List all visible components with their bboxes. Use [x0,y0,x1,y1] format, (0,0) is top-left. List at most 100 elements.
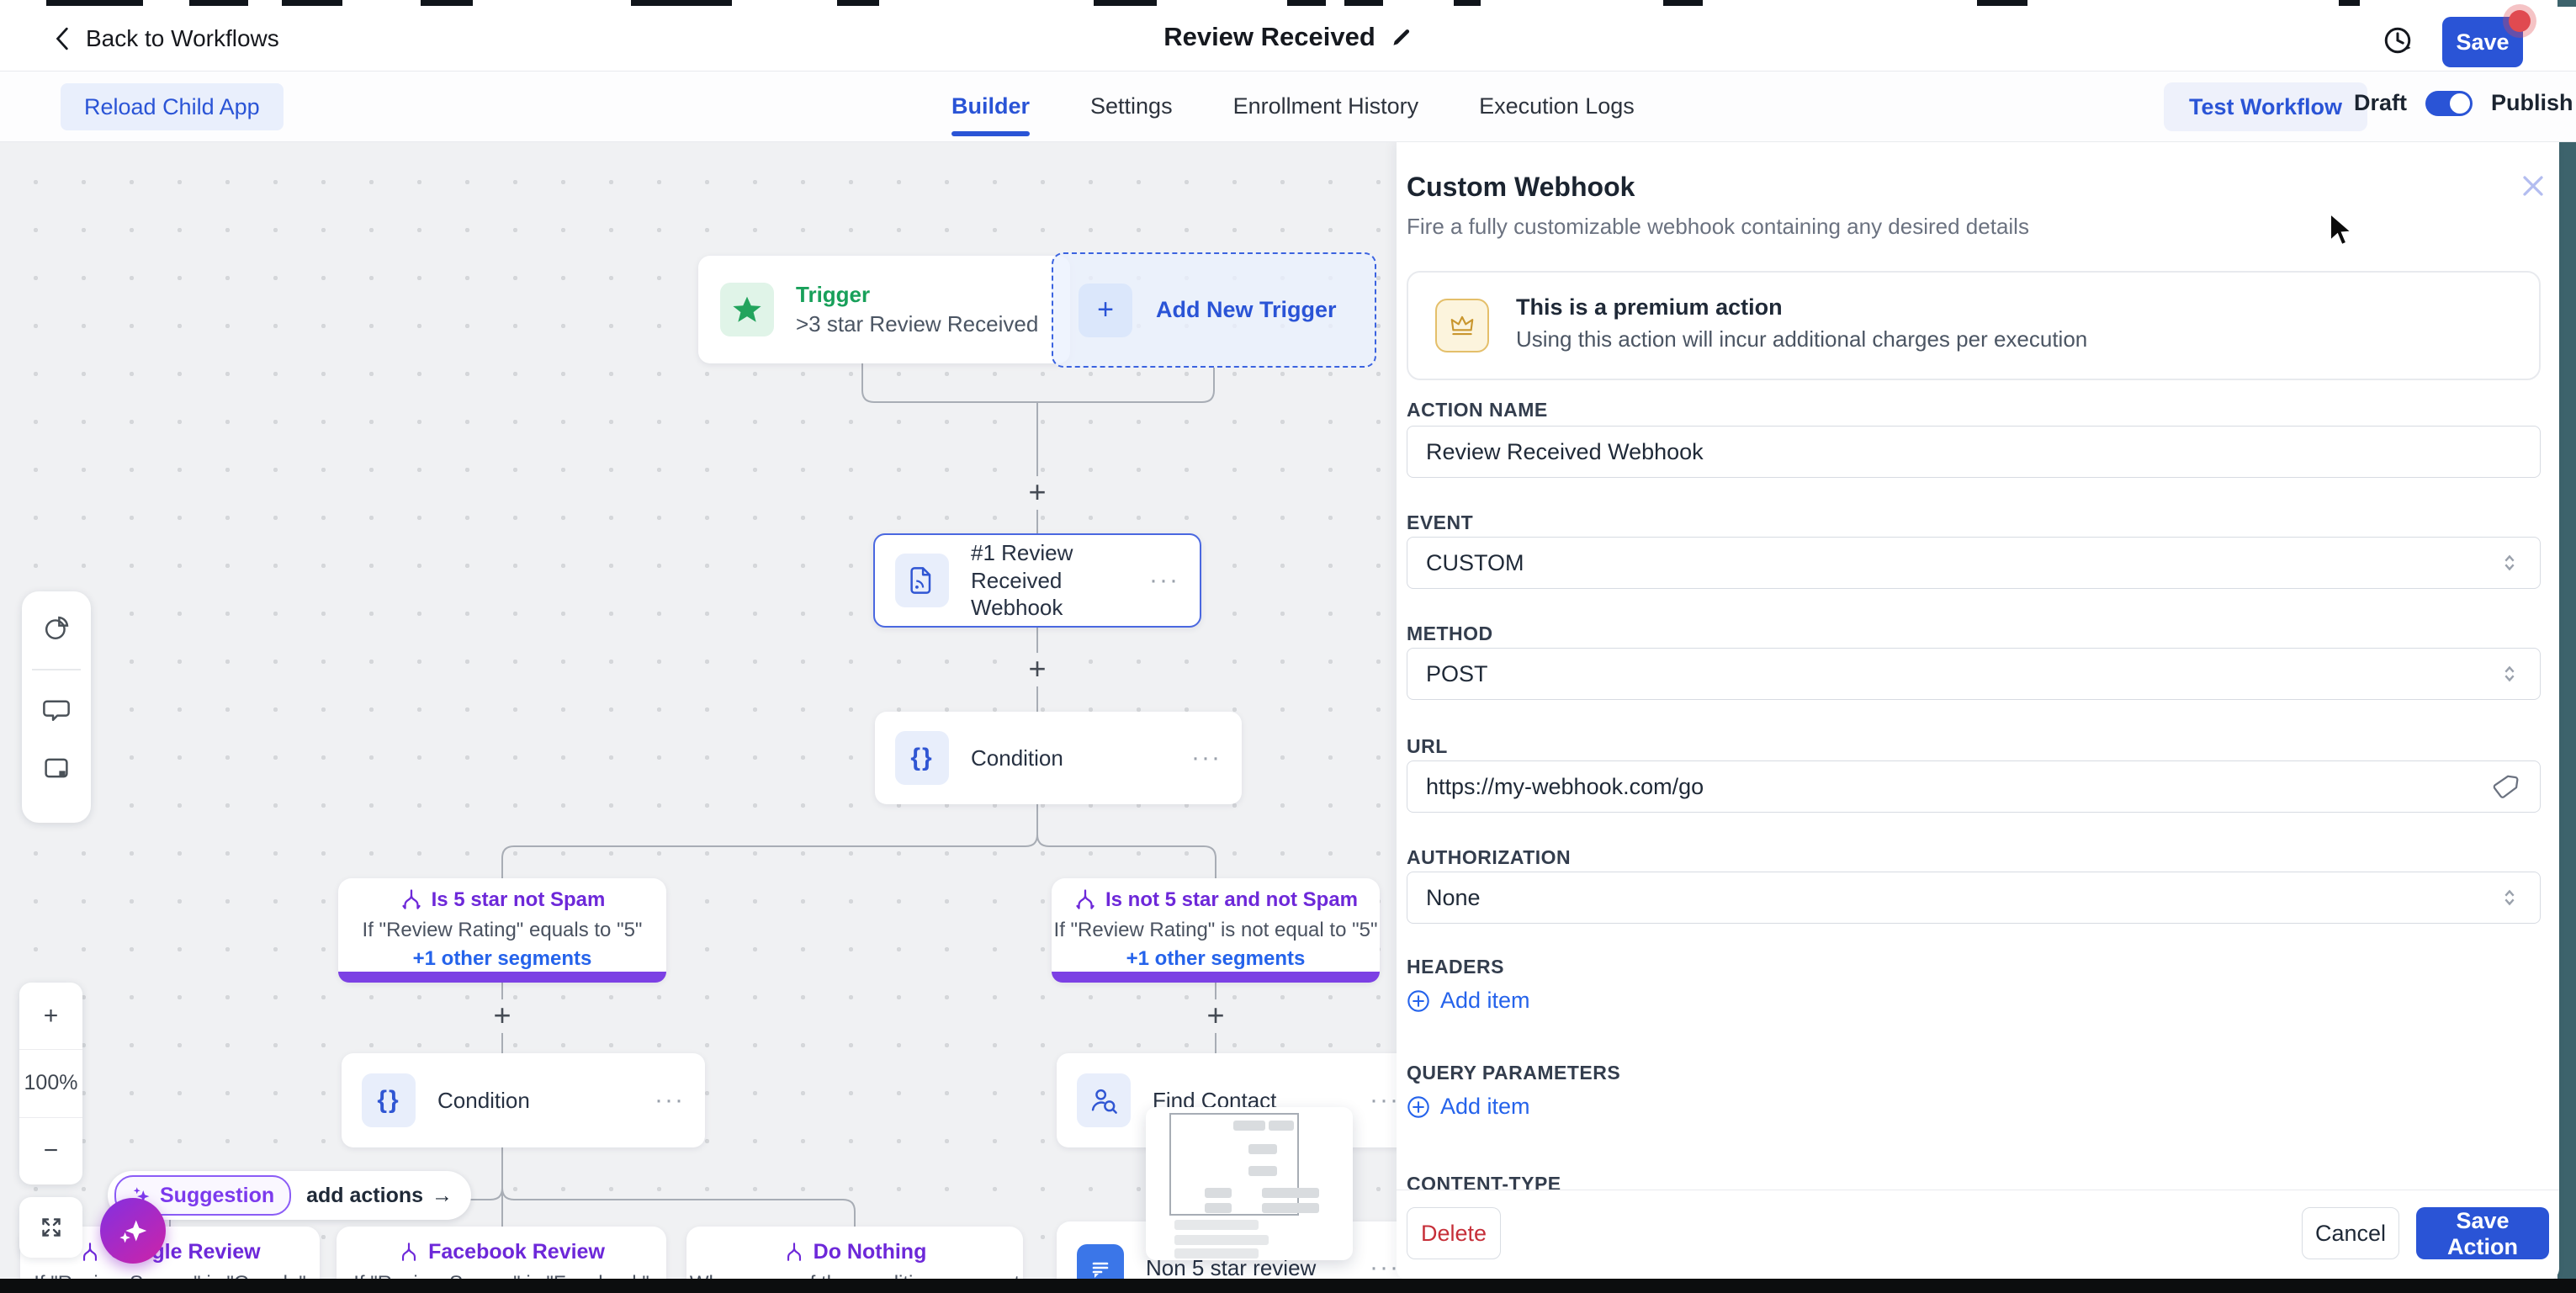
zoom-in-button[interactable]: + [19,983,82,1049]
notes-icon[interactable] [40,751,73,785]
url-label: URL [1407,735,1448,758]
person-search-icon [1077,1073,1131,1127]
action-name-label: ACTION NAME [1407,399,1548,421]
publish-toggle-group: Draft Publish [2354,90,2573,116]
branch-title: Is not 5 star and not Spam [1105,888,1358,912]
url-input[interactable] [1407,760,2541,813]
headers-label: HEADERS [1407,956,1504,978]
plus-icon: + [1079,284,1132,337]
add-step-button[interactable]: + [1020,653,1054,686]
zoom-controls: + 100% − [19,983,82,1184]
premium-description: Using this action will incur additional … [1516,326,2087,352]
node-menu-button[interactable]: ··· [1360,1086,1400,1115]
branch-title: Do Nothing [814,1240,927,1264]
branch-title: Facebook Review [428,1240,605,1264]
cancel-button[interactable]: Cancel [2302,1207,2399,1259]
suggestion-label: Suggestion [160,1184,274,1208]
event-value: CUSTOM [1426,550,1524,576]
webhook-action-node[interactable]: #1 Review Received Webhook ··· [873,533,1201,628]
back-to-workflows-button[interactable]: Back to Workflows [52,25,279,52]
branch-more-segments[interactable]: +1 other segments [1052,947,1380,971]
chevron-updown-icon [2498,551,2521,575]
branch-split-icon [398,1242,420,1264]
branch-title: Is 5 star not Spam [432,888,606,912]
chevron-updown-icon [2498,886,2521,909]
panel-footer: Delete Cancel Save Action [1397,1190,2559,1280]
draft-publish-toggle[interactable] [2425,91,2473,116]
method-select[interactable]: POST [1407,648,2541,700]
builder-tabs: Builder Settings Enrollment History Exec… [951,72,1635,141]
braces-icon: {} [362,1073,416,1127]
tab-settings[interactable]: Settings [1090,72,1173,141]
screen-edge-strip [2557,0,2576,1293]
trigger-node-subtitle: >3 star Review Received [796,311,1038,337]
add-actions-link[interactable]: add actions → [306,1184,453,1208]
webhook-file-icon [895,554,949,607]
add-step-button[interactable]: + [1199,999,1232,1033]
expand-icon [38,1214,65,1241]
tab-execution-logs[interactable]: Execution Logs [1479,72,1635,141]
tab-enrollment-history[interactable]: Enrollment History [1233,72,1419,141]
branch-condition: If "Review Rating" is not equal to "5" [1052,919,1380,942]
trigger-node[interactable]: Trigger >3 star Review Received [698,256,1070,363]
test-workflow-button[interactable]: Test Workflow [2164,82,2367,131]
delete-action-button[interactable]: Delete [1407,1207,1501,1259]
draft-label: Draft [2354,90,2407,116]
branch-card-is-5-star[interactable]: Is 5 star not Spam If "Review Rating" eq… [338,878,666,983]
ai-assistant-button[interactable] [100,1198,166,1264]
back-label: Back to Workflows [86,25,279,52]
fit-to-screen-button[interactable] [19,1197,82,1258]
close-panel-button[interactable] [2520,173,2546,199]
history-clock-icon[interactable] [2379,22,2416,59]
builder-toolbar: Reload Child App Builder Settings Enroll… [0,72,2576,142]
branch-more-segments[interactable]: +1 other segments [338,947,666,971]
condition-node-title: Condition [971,745,1063,772]
panel-subtitle: Fire a fully customizable webhook contai… [1407,214,2029,240]
branch-card-is-not-5-star[interactable]: Is not 5 star and not Spam If "Review Ra… [1052,878,1380,983]
condition-node-title: Condition [437,1087,530,1115]
edit-pencil-icon[interactable] [1391,26,1413,48]
action-name-input[interactable] [1407,426,2541,478]
chevron-left-icon [52,26,74,51]
chevron-updown-icon [2498,662,2521,686]
tab-builder[interactable]: Builder [951,72,1030,141]
branch-condition: If "Review Rating" equals to "5" [338,919,666,942]
headers-add-item-button[interactable]: Add item [1407,988,1530,1014]
add-step-button[interactable]: + [1020,476,1054,510]
node-menu-button[interactable]: ··· [1181,744,1222,772]
query-add-item-button[interactable]: Add item [1407,1094,1530,1120]
method-label: METHOD [1407,623,1493,645]
node-menu-button[interactable]: ··· [1139,566,1179,595]
comments-icon[interactable] [40,694,73,728]
condition-node-2[interactable]: {} Condition ··· [342,1053,705,1147]
stats-pie-icon[interactable] [40,612,73,645]
add-new-trigger-button[interactable]: + Add New Trigger [1052,252,1376,368]
premium-action-banner: This is a premium action Using this acti… [1407,271,2541,380]
authorization-select[interactable]: None [1407,872,2541,924]
canvas-side-toolbar [22,591,91,823]
event-select[interactable]: CUSTOM [1407,537,2541,589]
toolbar-divider [32,669,81,670]
query-parameters-label: QUERY PARAMETERS [1407,1062,1620,1084]
node-menu-button[interactable]: ··· [1360,1253,1400,1282]
arrow-right-icon: → [432,1184,453,1208]
unsaved-changes-badge [2509,10,2531,32]
reload-child-app-button[interactable]: Reload Child App [61,83,284,130]
condition-node[interactable]: {} Condition ··· [875,712,1242,804]
toggle-knob [2450,93,2470,114]
add-step-button[interactable]: + [485,999,519,1033]
suggestion-pill: Suggestion add actions → [108,1171,471,1220]
circle-plus-icon [1407,1095,1430,1119]
save-action-button[interactable]: Save Action [2416,1207,2549,1259]
branch-split-icon [400,888,423,912]
node-menu-button[interactable]: ··· [644,1086,685,1115]
action-settings-panel: Custom Webhook Fire a fully customizable… [1397,141,2559,1280]
add-new-trigger-label: Add New Trigger [1156,297,1337,323]
branch-split-icon [783,1242,805,1264]
tag-icon[interactable] [2490,772,2520,803]
drag-preview-overlay [1146,1107,1353,1260]
authorization-value: None [1426,885,1481,911]
panel-title: Custom Webhook [1407,172,1635,203]
premium-title: This is a premium action [1516,294,1783,321]
zoom-out-button[interactable]: − [19,1117,82,1184]
